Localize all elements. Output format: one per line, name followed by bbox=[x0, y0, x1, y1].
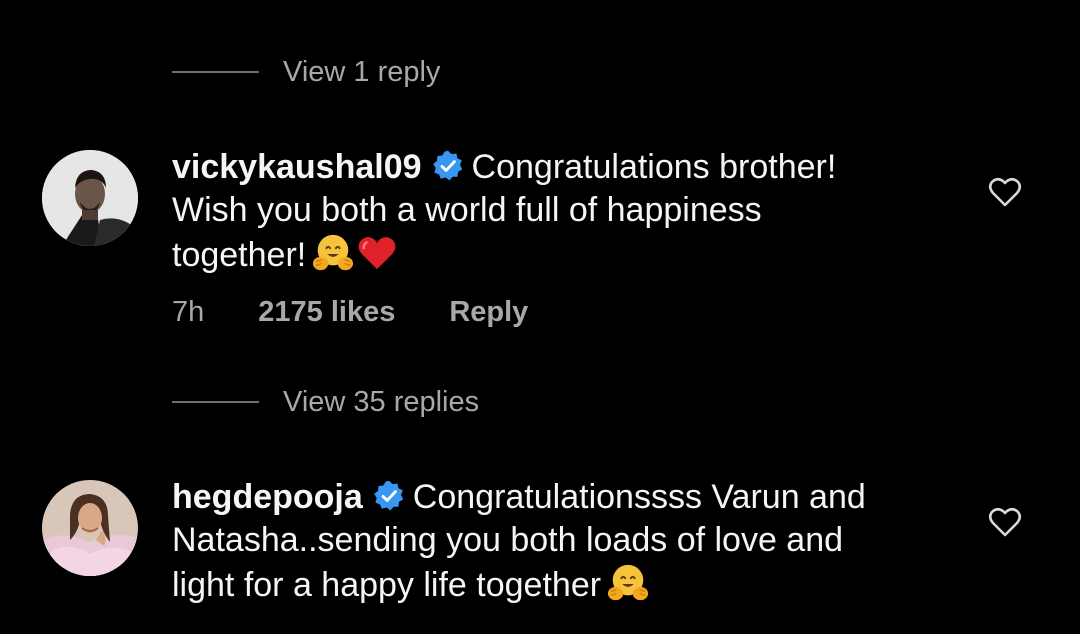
comment-line-3: light for a happy life together bbox=[172, 566, 602, 604]
comment-username[interactable]: vickykaushal09 bbox=[172, 148, 422, 186]
comment-meta: 7h 2175 likes Reply bbox=[172, 294, 528, 330]
verified-badge-icon bbox=[373, 480, 404, 511]
heart-outline-icon[interactable] bbox=[988, 176, 1022, 208]
hugging-face-emoji bbox=[608, 564, 649, 601]
comment-likes[interactable]: 2175 likes bbox=[258, 294, 395, 330]
comment-line-1: Congratulationssss Varun and bbox=[412, 478, 866, 516]
heart-outline-icon[interactable] bbox=[988, 506, 1022, 538]
comment-text: hegdepooja Congratulationssss Varun and … bbox=[172, 476, 932, 607]
thread-line bbox=[172, 401, 259, 403]
avatar[interactable] bbox=[42, 150, 138, 246]
comment-line-3: together! bbox=[172, 236, 307, 274]
comment-text: vickykaushal09 Congratulations brother! … bbox=[172, 146, 932, 277]
view-replies-link[interactable]: View 1 reply bbox=[172, 54, 440, 90]
view-replies-label: View 1 reply bbox=[283, 56, 441, 88]
view-replies-link[interactable]: View 35 replies bbox=[172, 384, 479, 420]
hugging-face-emoji bbox=[313, 234, 354, 271]
comment-line-2: Wish you both a world full of happiness bbox=[172, 191, 762, 229]
verified-badge-icon bbox=[432, 150, 462, 181]
red-heart-emoji bbox=[358, 237, 396, 270]
view-replies-label: View 35 replies bbox=[283, 386, 480, 418]
comment-username[interactable]: hegdepooja bbox=[172, 478, 363, 516]
avatar[interactable] bbox=[42, 480, 138, 576]
comment-line-1: Congratulations brother! bbox=[471, 148, 837, 186]
reply-button[interactable]: Reply bbox=[449, 294, 528, 330]
comment-line-2: Natasha..sending you both loads of love … bbox=[172, 521, 844, 559]
comment-time: 7h bbox=[172, 296, 205, 328]
thread-line bbox=[172, 71, 259, 73]
